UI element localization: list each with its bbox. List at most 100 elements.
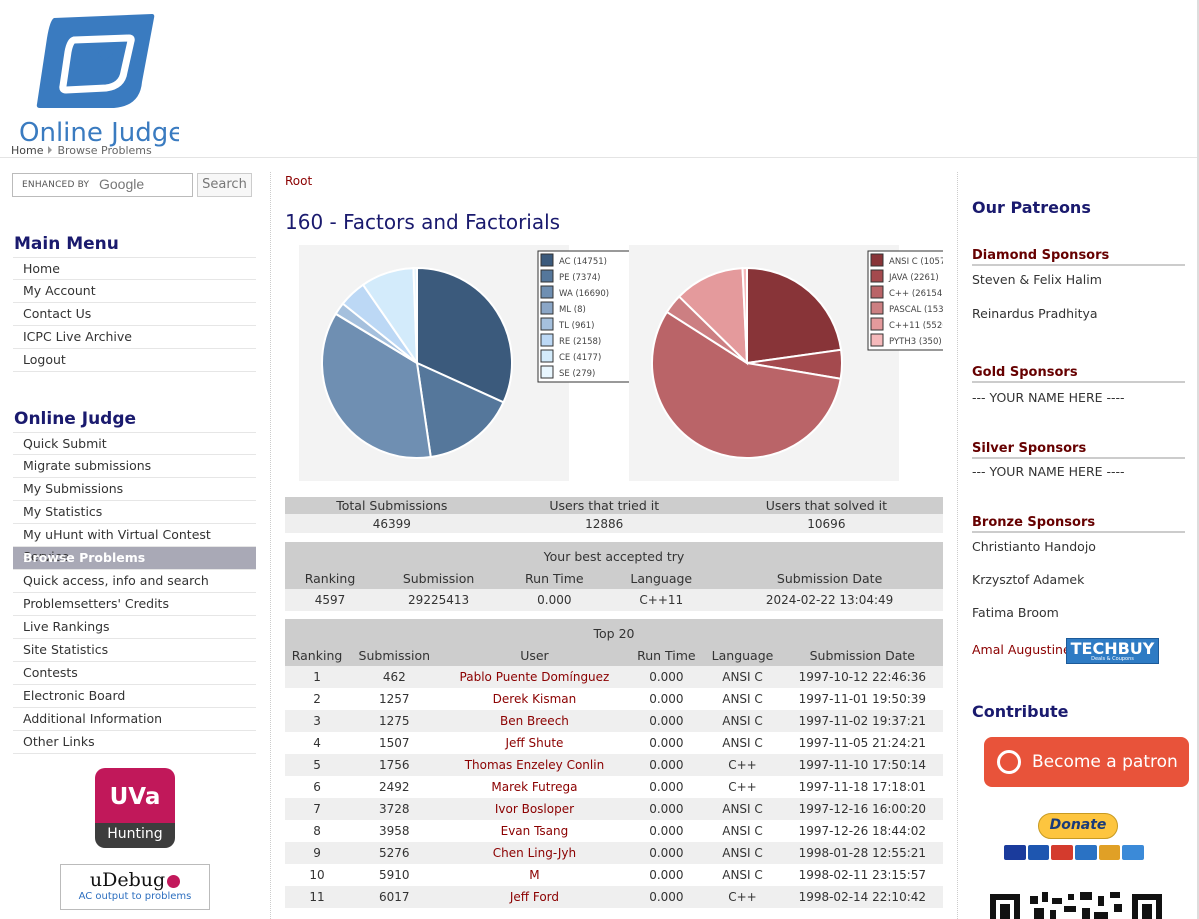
main-menu-icpc-live-archive[interactable]: ICPC Live Archive bbox=[13, 326, 256, 349]
top20-user[interactable]: Jeff Ford bbox=[439, 886, 630, 908]
right-sidebar: Our Patreons Diamond Sponsors Steven & F… bbox=[958, 160, 1198, 919]
top20-submission: 3958 bbox=[379, 824, 410, 838]
best-ranking: 4597 bbox=[285, 589, 375, 611]
top20-rank: 3 bbox=[285, 710, 350, 732]
verdict-legend-label: CE (4177) bbox=[559, 353, 601, 363]
top20-user[interactable]: M bbox=[440, 864, 630, 886]
top20-submission: 1275 bbox=[349, 710, 440, 732]
users-solved-header: Users that solved it bbox=[709, 497, 943, 514]
top20-language: C++ bbox=[703, 754, 782, 776]
payment-card-icon bbox=[1098, 845, 1121, 860]
main-menu-contact-us[interactable]: Contact Us bbox=[13, 303, 256, 326]
top20-date: 1997-12-16 16:00:20 bbox=[781, 798, 943, 820]
best-submission-header: Submission bbox=[374, 567, 503, 589]
left-sidebar: ENHANCED BY Google Search Main Menu Home… bbox=[0, 160, 270, 919]
qr-code-icon[interactable] bbox=[990, 890, 1166, 919]
top20-user[interactable]: Pablo Puente Domínguez bbox=[439, 666, 630, 688]
oj-menu-site-statistics[interactable]: Site Statistics bbox=[13, 639, 256, 662]
oj-menu-contests[interactable]: Contests bbox=[13, 662, 256, 685]
uva-hunting-badge[interactable]: UVa Hunting bbox=[95, 768, 175, 848]
top20-header-ranking: Ranking bbox=[285, 644, 350, 666]
oj-menu-my-submissions[interactable]: My Submissions bbox=[13, 478, 256, 501]
table-row: 1 462 Pablo Puente Domínguez 0.000 ANSI C 199… bbox=[285, 666, 943, 688]
oj-menu-problemsetters-credits[interactable]: Problemsetters' Credits bbox=[13, 593, 256, 616]
best-runtime: 0.000 bbox=[502, 589, 607, 611]
top20-user[interactable]: Marek Futrega bbox=[440, 776, 630, 798]
top20-date: 1997-12-26 18:44:02 bbox=[798, 824, 927, 838]
donate-button[interactable]: Donate bbox=[1038, 813, 1118, 839]
breadcrumb-home[interactable]: Home bbox=[11, 144, 43, 157]
diamond-sponsor: Reinardus Pradhitya bbox=[972, 306, 1098, 321]
oj-menu-additional-information[interactable]: Additional Information bbox=[13, 708, 256, 731]
search-input[interactable]: ENHANCED BY Google bbox=[12, 173, 193, 197]
best-date-header: Submission Date bbox=[716, 567, 943, 589]
main-menu: Home My Account Contact Us ICPC Live Archiv… bbox=[13, 257, 256, 372]
top20-user[interactable]: Ben Breech bbox=[439, 710, 630, 732]
top20-user[interactable]: Ivor Bosloper bbox=[439, 798, 630, 820]
gold-sponsor: --- YOUR NAME HERE ---- bbox=[972, 390, 1125, 405]
online-judge-logo[interactable]: Online Judge bbox=[14, 10, 184, 148]
table-row: 8 3958 Evan Tsang 0.000 ANSI C 1997-12-26 18:… bbox=[285, 820, 943, 842]
top20-language: ANSI C bbox=[722, 868, 763, 882]
summary-table: Total Submissions Users that tried it Us… bbox=[285, 497, 943, 533]
top20-date: 1997-11-10 17:50:14 bbox=[781, 754, 943, 776]
top20-date: 1998-02-11 23:15:57 bbox=[798, 868, 927, 882]
main-menu-my-account[interactable]: My Account bbox=[13, 280, 256, 303]
users-tried-value: 12886 bbox=[498, 514, 710, 533]
top20-runtime: 0.000 bbox=[629, 710, 704, 732]
site-header: Online Judge Home Browse Problems bbox=[0, 0, 1199, 158]
language-legend-label: PYTH3 (350) bbox=[889, 337, 942, 347]
diamond-sponsors-title: Diamond Sponsors bbox=[972, 248, 1185, 266]
language-pie-chart: ANSI C (10570 JAVA (2261) C++ (26154) PASCA… bbox=[629, 245, 943, 481]
language-legend-label: JAVA (2261) bbox=[888, 273, 939, 283]
oj-menu-my-uhunt-with-virtual-contest-service[interactable]: My uHunt with Virtual Contest Service bbox=[13, 524, 256, 564]
enhanced-by-label: ENHANCED BY bbox=[22, 180, 90, 190]
verdict-legend-swatch bbox=[540, 365, 554, 379]
top20-user[interactable]: Chen Ling-Jyh bbox=[439, 842, 630, 864]
udebug-subtitle: AC output to problems bbox=[78, 891, 192, 902]
top20-user[interactable]: Jeff Shute bbox=[440, 732, 630, 754]
oj-menu-other-links[interactable]: Other Links bbox=[13, 731, 256, 754]
oj-menu-quick-access-info-and-search[interactable]: Quick access, info and search bbox=[13, 570, 256, 593]
table-row: 7 3728 Ivor Bosloper 0.000 ANSI C 1997-12-16 … bbox=[285, 798, 943, 820]
oj-menu-browse-problems[interactable]: Browse Problems bbox=[13, 547, 256, 570]
breadcrumb-arrow-icon bbox=[48, 146, 53, 154]
language-legend-label: PASCAL (1532 bbox=[889, 305, 943, 315]
udebug-badge[interactable]: uDebug AC output to problems bbox=[60, 864, 210, 910]
google-logo-icon: Google bbox=[99, 176, 145, 192]
top20-user[interactable]: Thomas Enzeley Conlin bbox=[439, 754, 630, 776]
top20-submission: 6017 bbox=[349, 886, 440, 908]
techbuy-logo[interactable]: TECHBUY Deals & Coupons bbox=[1066, 638, 1159, 664]
bronze-sponsor-link[interactable]: Amal Augustine bbox=[972, 642, 1071, 657]
table-row: 2 1257 Derek Kisman 0.000 ANSI C 1997-11-01 1… bbox=[285, 688, 943, 710]
breadcrumb-current[interactable]: Browse Problems bbox=[57, 144, 151, 157]
main-menu-logout[interactable]: Logout bbox=[13, 349, 256, 372]
top20-language: ANSI C bbox=[703, 666, 782, 688]
bronze-sponsors-title: Bronze Sponsors bbox=[972, 515, 1185, 533]
oj-menu-electronic-board[interactable]: Electronic Board bbox=[13, 685, 256, 708]
main-menu-home[interactable]: Home bbox=[13, 257, 256, 280]
top20-runtime: 0.000 bbox=[629, 798, 704, 820]
table-row: 5 1756 Thomas Enzeley Conlin 0.000 C++ 1997-1… bbox=[285, 754, 943, 776]
oj-menu-live-rankings[interactable]: Live Rankings bbox=[13, 616, 256, 639]
verdict-pie-chart: AC (14751) PE (7374) WA (16690) ML (8) TL (9… bbox=[299, 245, 634, 481]
verdict-legend-label: ML (8) bbox=[559, 305, 586, 315]
search-button[interactable]: Search bbox=[197, 173, 252, 197]
language-legend-label: C++ (26154) bbox=[889, 289, 943, 299]
oj-menu-my-statistics[interactable]: My Statistics bbox=[13, 501, 256, 524]
top20-user[interactable]: Derek Kisman bbox=[440, 688, 630, 710]
oj-menu-migrate-submissions[interactable]: Migrate submissions bbox=[13, 455, 256, 478]
verdict-legend-swatch bbox=[540, 301, 554, 315]
top20-rank: 8 bbox=[313, 824, 321, 838]
top20-runtime: 0.000 bbox=[629, 842, 704, 864]
language-legend-swatch bbox=[870, 333, 884, 347]
top20-submission: 2492 bbox=[379, 780, 410, 794]
top20-language: ANSI C bbox=[722, 736, 763, 750]
top20-user[interactable]: Evan Tsang bbox=[440, 820, 630, 842]
patreon-icon bbox=[997, 750, 1021, 774]
top20-language: ANSI C bbox=[722, 692, 763, 706]
language-legend-swatch bbox=[870, 285, 884, 299]
oj-menu-quick-submit[interactable]: Quick Submit bbox=[13, 432, 256, 455]
become-patron-button[interactable]: Become a patron bbox=[984, 737, 1189, 787]
root-link[interactable]: Root bbox=[285, 174, 312, 188]
